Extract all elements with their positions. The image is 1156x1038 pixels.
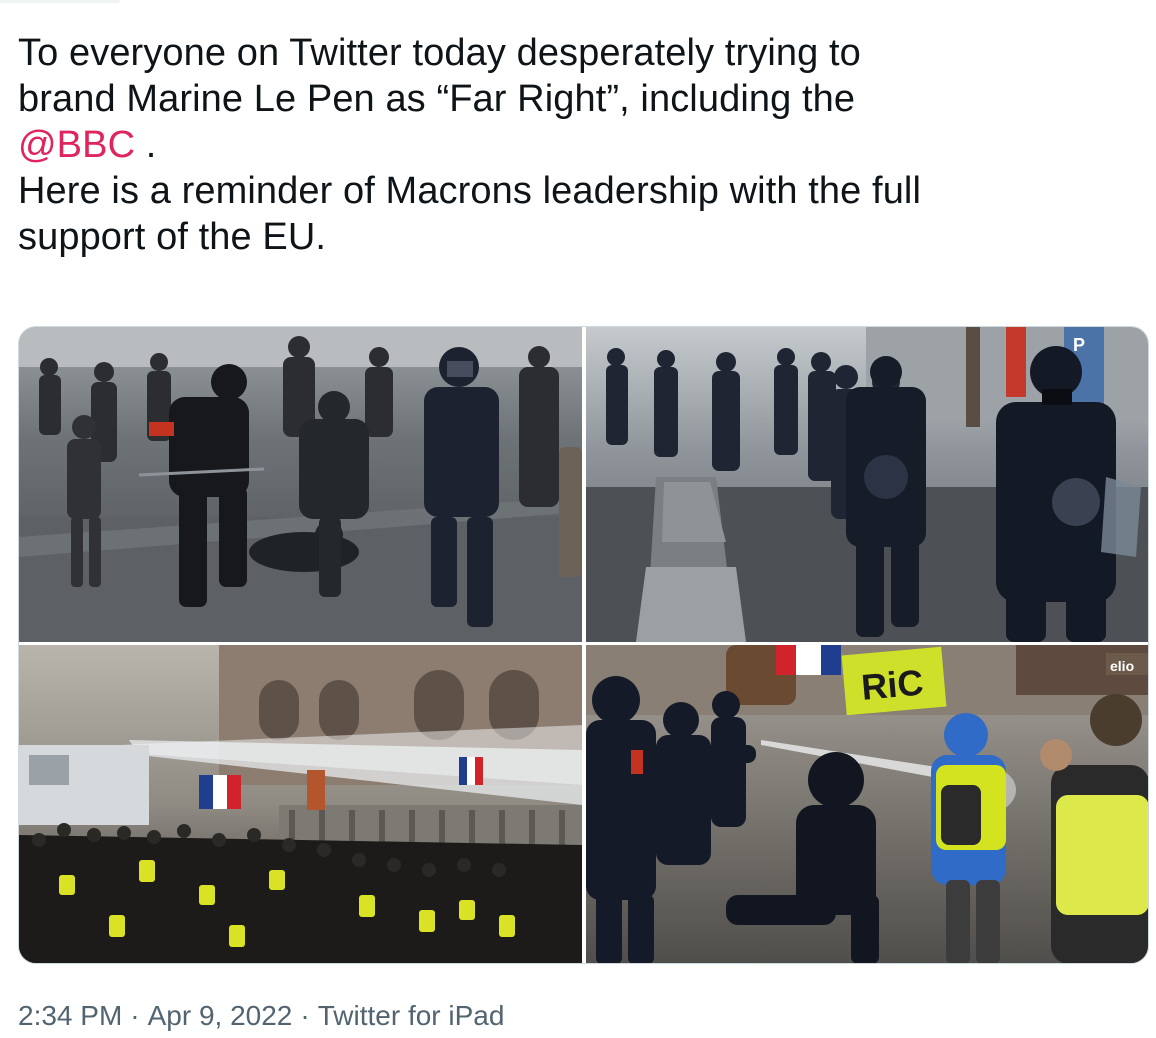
svg-text:P: P — [1073, 335, 1085, 355]
tweet-text-line-2: brand Marine Le Pen as “Far Right”, incl… — [18, 78, 856, 120]
tweet-text-line-5: support of the EU. — [18, 216, 327, 258]
top-divider — [0, 0, 120, 3]
ric-sign-text: RiC — [860, 662, 925, 708]
tweet-text: To everyone on Twitter today desperately… — [18, 30, 1138, 260]
bbc-mention-link[interactable]: @BBC — [18, 124, 135, 166]
photo-water-cannon-crowd[interactable] — [19, 645, 582, 963]
photo-pepper-spray-protest[interactable]: RiC elio — [586, 645, 1148, 963]
tweet-source-link[interactable]: Twitter for iPad — [318, 1000, 505, 1031]
photo-pepper-spray-protest-image: RiC elio — [586, 645, 1148, 963]
tweet-text-line-1: To everyone on Twitter today desperately… — [18, 32, 861, 74]
photo-police-arrest[interactable] — [19, 327, 582, 642]
tweet-text-line-4: Here is a reminder of Macrons leadership… — [18, 170, 922, 212]
tweet-time-link[interactable]: 2:34 PM — [18, 1000, 122, 1031]
photo-riot-police-march[interactable]: P — [586, 327, 1148, 642]
tweet-date-link[interactable]: Apr 9, 2022 — [148, 1000, 293, 1031]
tweet-text-line-3: @BBC . — [18, 122, 1138, 168]
meta-separator-2: · — [300, 1000, 310, 1031]
svg-text:elio: elio — [1110, 658, 1134, 674]
photo-police-arrest-image — [19, 327, 582, 642]
photo-riot-police-march-image: P — [586, 327, 1148, 642]
photo-water-cannon-crowd-image — [19, 645, 582, 963]
ric-sign: RiC — [841, 646, 947, 716]
tweet-meta: 2:34 PM · Apr 9, 2022 · Twitter for iPad — [18, 998, 504, 1034]
meta-separator-1: · — [130, 1000, 140, 1031]
media-grid: P RiC elio — [18, 326, 1149, 964]
mention-suffix: . — [135, 124, 157, 166]
